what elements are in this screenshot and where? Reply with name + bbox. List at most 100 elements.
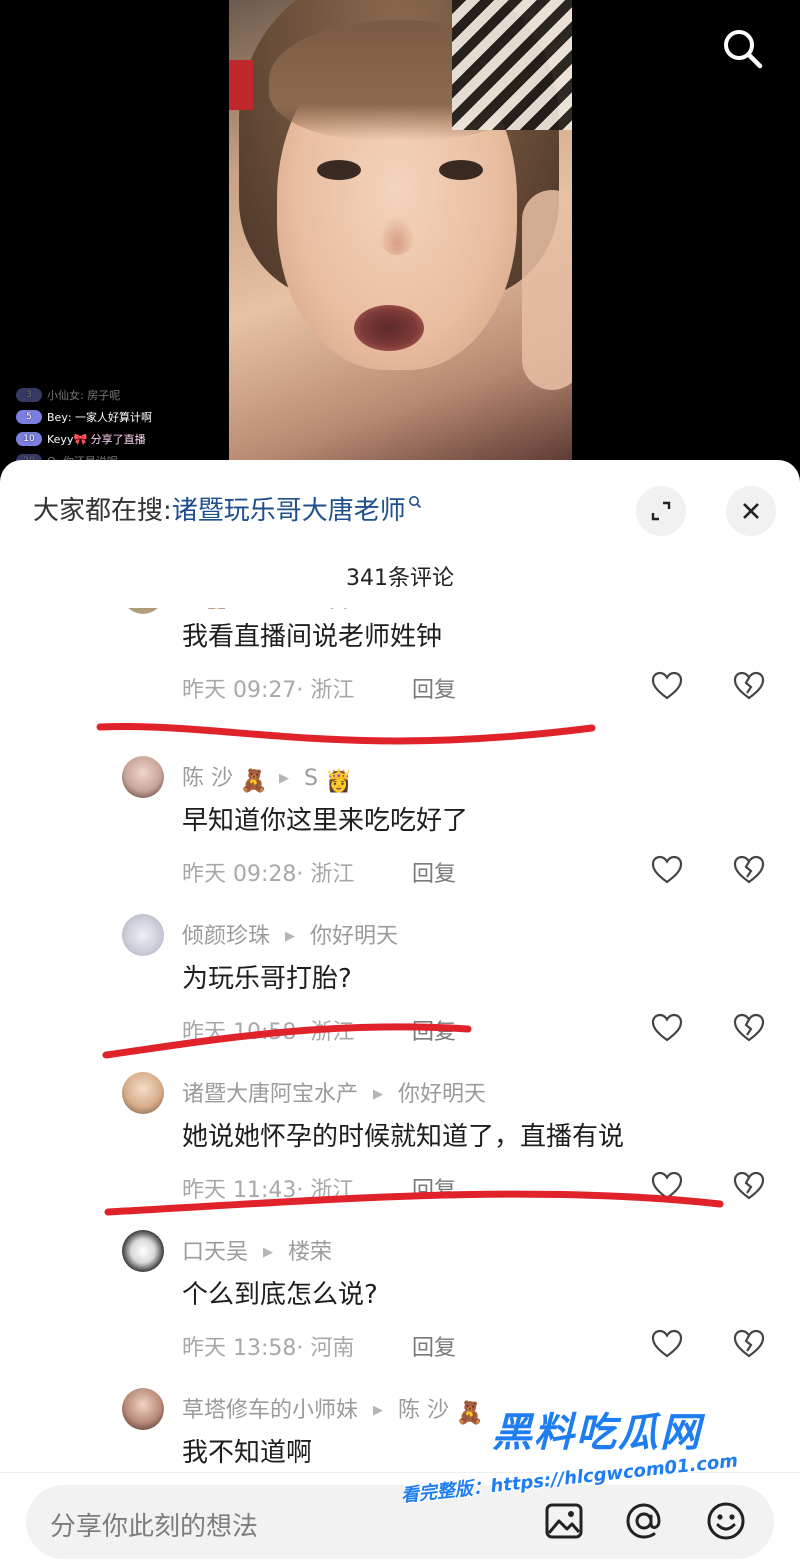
comment-item: 倾颜珍珠 ▶ 你好明天 为玩乐哥打胎? 昨天 10:58· 浙江 回复 [0, 914, 800, 1072]
comment-user[interactable]: 陈 沙 [182, 766, 233, 791]
video-frame [229, 0, 572, 462]
video-red-sign [229, 60, 253, 110]
comment-meta: 草塔修车的小师妹 ▶ 陈 沙 🧸 [182, 1392, 484, 1426]
reply-arrow-icon: ▶ [263, 1245, 274, 1260]
broken-heart-icon[interactable] [732, 1328, 766, 1360]
close-button[interactable] [726, 486, 776, 536]
level-badge: 5 [16, 410, 42, 424]
comment-user[interactable]: 草塔修车的小师妹 [182, 1398, 358, 1423]
video-eye-right [439, 160, 483, 180]
reply-button[interactable]: 回复 [412, 672, 456, 704]
reply-arrow-icon: ▶ [373, 1087, 384, 1102]
chat-user: Keyy🎀 [47, 432, 88, 446]
broken-heart-icon[interactable] [732, 670, 766, 702]
avatar[interactable] [122, 608, 164, 614]
avatar[interactable] [122, 1230, 164, 1272]
reply-to-user[interactable]: 你好明天 [310, 924, 398, 949]
video-hand [522, 190, 572, 390]
avatar[interactable] [122, 1388, 164, 1430]
comment-count: 341条评论 [346, 566, 454, 591]
heart-icon[interactable] [650, 1170, 684, 1202]
level-badge: 10 [16, 432, 42, 446]
comment-list[interactable]: S 👸 ▶ 陈 沙 🧸 我看直播间说老师姓钟 昨天 09:27· 浙江 回复 陈… [0, 608, 800, 1470]
comment-meta: 诸暨大唐阿宝水产 ▶ 你好明天 [182, 1076, 486, 1108]
avatar[interactable] [122, 756, 164, 798]
trending-label: 大家都在搜: [33, 496, 172, 526]
heart-icon[interactable] [650, 670, 684, 702]
heart-icon[interactable] [650, 854, 684, 886]
live-video[interactable]: 3 小仙女: 房子呢 5 Bey: 一家人好算计啊 10 Keyy🎀 分享了直播… [0, 0, 800, 470]
comment-item: 陈 沙 🧸 ▶ S 👸 早知道你这里来吃吃好了 昨天 09:28· 浙江 回复 [0, 756, 800, 914]
expand-button[interactable] [636, 486, 686, 536]
broken-heart-icon[interactable] [732, 854, 766, 886]
mention-icon[interactable] [622, 1499, 666, 1543]
comment-sheet: 大家都在搜:诸暨玩乐哥大唐老师 341条评论 S 👸 ▶ 陈 沙 🧸 我看直播间… [0, 460, 800, 1561]
comment-text: 她说她怀孕的时候就知道了，直播有说 [182, 1122, 625, 1152]
reply-to-user[interactable]: 陈 沙 [398, 1398, 449, 1423]
princess-emoji-icon: 👸 [324, 769, 353, 794]
video-ceiling-beams [452, 0, 572, 130]
comment-time: 昨天 10:58· 浙江 [182, 1020, 355, 1045]
comment-time: 昨天 13:58· 河南 [182, 1336, 355, 1361]
chat-line: 5 Bey: 一家人好算计啊 [16, 406, 236, 428]
reply-to-user[interactable]: 你好明天 [398, 1082, 486, 1107]
reply-button[interactable]: 回复 [412, 1330, 456, 1362]
avatar[interactable] [122, 1072, 164, 1114]
live-chat: 3 小仙女: 房子呢 5 Bey: 一家人好算计啊 10 Keyy🎀 分享了直播… [16, 384, 236, 472]
comment-text: 个么到底怎么说? [182, 1280, 378, 1310]
chat-line: 10 Keyy🎀 分享了直播 [16, 428, 236, 450]
chat-message: 房子呢 [87, 389, 121, 402]
heart-icon[interactable] [650, 1012, 684, 1044]
comment-item: 口天吴 ▶ 楼荣 个么到底怎么说? 昨天 13:58· 河南 回复 [0, 1230, 800, 1388]
comment-text: 我看直播间说老师姓钟 [182, 622, 443, 652]
heart-icon[interactable] [650, 1328, 684, 1360]
comment-meta: 倾颜珍珠 ▶ 你好明天 [182, 918, 398, 950]
reply-arrow-icon: ▶ [373, 1403, 384, 1418]
reply-to-user[interactable]: 楼荣 [288, 1240, 332, 1265]
comment-text: 早知道你这里来吃吃好了 [182, 806, 469, 836]
comment-time: 昨天 09:28· 浙江 [182, 862, 355, 887]
comment-text: 为玩乐哥打胎? [182, 964, 352, 994]
chat-user: 小仙女 [47, 389, 80, 402]
broken-heart-icon[interactable] [732, 1170, 766, 1202]
comment-user[interactable]: 口天吴 [182, 1240, 248, 1265]
comment-time: 昨天 11:43· 浙江 [182, 1178, 355, 1203]
chat-message: 一家人好算计啊 [75, 411, 153, 424]
comment-user[interactable]: 诸暨大唐阿宝水产 [182, 1082, 358, 1107]
reply-button[interactable]: 回复 [412, 1014, 456, 1046]
reply-arrow-icon: ▶ [285, 929, 296, 944]
comment-user[interactable]: 倾颜珍珠 [182, 924, 270, 949]
trending-keyword[interactable]: 诸暨玩乐哥大唐老师 [172, 496, 406, 526]
bear-emoji-icon: 🧸 [456, 1401, 484, 1426]
comment-item: 诸暨大唐阿宝水产 ▶ 你好明天 她说她怀孕的时候就知道了，直播有说 昨天 11:… [0, 1072, 800, 1230]
avatar[interactable] [122, 914, 164, 956]
reply-arrow-icon: ▶ [279, 771, 289, 786]
chat-line: 3 小仙女: 房子呢 [16, 384, 236, 406]
comment-meta: 口天吴 ▶ 楼荣 [182, 1234, 332, 1266]
video-mouth [354, 305, 424, 351]
watermark-url-wrap: 看完整版：https://hlcgwcom01.com [400, 1440, 780, 1506]
comment-time: 昨天 09:27· 浙江 [182, 678, 355, 703]
bear-emoji-icon: 🧸 [240, 769, 268, 794]
reply-button[interactable]: 回复 [412, 1172, 456, 1204]
reply-button[interactable]: 回复 [412, 856, 456, 888]
video-eye-left [317, 160, 361, 180]
comment-meta: 陈 沙 🧸 ▶ S 👸 [182, 760, 353, 794]
small-search-icon [408, 496, 421, 509]
search-icon[interactable] [718, 24, 766, 72]
expand-icon [651, 501, 671, 521]
trending-search[interactable]: 大家都在搜:诸暨玩乐哥大唐老师 [33, 490, 422, 527]
level-badge: 3 [16, 388, 42, 402]
chat-message: 分享了直播 [90, 433, 146, 446]
broken-heart-icon[interactable] [732, 1012, 766, 1044]
reply-to-user[interactable]: S [304, 766, 318, 791]
input-placeholder: 分享你此刻的想法 [50, 1512, 259, 1542]
close-icon [743, 503, 759, 519]
emoji-icon[interactable] [704, 1499, 748, 1543]
video-nose [379, 215, 415, 255]
watermark-url: 看完整版：https://hlcgwcom01.com [399, 1450, 739, 1507]
comment-item: S 👸 ▶ 陈 沙 🧸 我看直播间说老师姓钟 昨天 09:27· 浙江 回复 [0, 608, 800, 730]
chat-user: Bey [47, 410, 68, 424]
comment-text: 我不知道啊 [182, 1438, 313, 1468]
image-icon[interactable] [542, 1499, 586, 1543]
